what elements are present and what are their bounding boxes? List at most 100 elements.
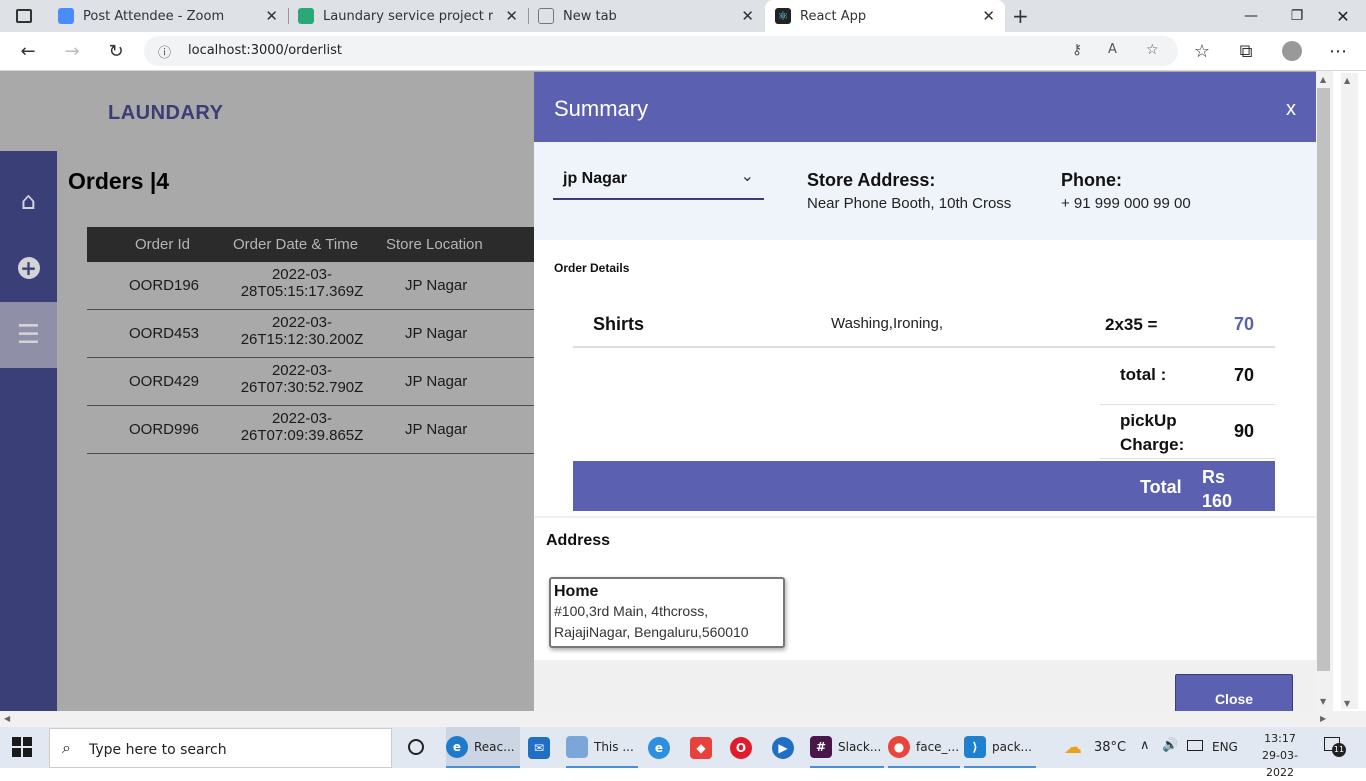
tab-zoom[interactable]: Post Attendee - Zoom ✕ bbox=[48, 0, 288, 32]
cortana-icon[interactable] bbox=[408, 739, 424, 755]
taskbar-app-mail[interactable]: ✉ bbox=[528, 727, 556, 768]
windows-start-icon[interactable] bbox=[12, 737, 32, 757]
scroll-down-icon[interactable]: ▼ bbox=[1320, 697, 1326, 706]
newtab-icon bbox=[538, 8, 554, 24]
language-indicator[interactable]: ENG bbox=[1212, 740, 1238, 754]
taskbar: ⌕ Type here to search e Reac... ✉ This .… bbox=[0, 727, 1366, 779]
tab-new-tab[interactable]: New tab ✕ bbox=[528, 0, 764, 32]
read-aloud-icon[interactable]: A bbox=[1108, 42, 1117, 57]
taskbar-app-vscode[interactable]: ⟩ pack... bbox=[964, 727, 1036, 768]
tab-react-app[interactable]: ⚛ React App ✕ bbox=[765, 0, 1005, 32]
horizontal-scrollbar[interactable]: ◀ ▶ bbox=[0, 711, 1366, 727]
taskbar-app-ie[interactable]: e bbox=[648, 727, 676, 768]
store-info-bar: jp Nagar ⌄ Store Address: Near Phone Boo… bbox=[534, 142, 1316, 240]
close-icon[interactable]: ✕ bbox=[982, 7, 995, 25]
subtotal-value: 70 bbox=[1234, 365, 1255, 385]
order-id: OORD453 bbox=[129, 325, 200, 342]
mail-icon: ✉ bbox=[528, 736, 550, 759]
clock[interactable]: 13:17 29-03-2022 bbox=[1250, 730, 1310, 781]
more-icon[interactable]: ⋯ bbox=[1323, 37, 1353, 65]
modal-close-icon[interactable]: x bbox=[1286, 98, 1296, 121]
scroll-left-icon[interactable]: ◀ bbox=[4, 714, 10, 723]
favorites-icon[interactable]: ☆ bbox=[1187, 37, 1217, 65]
address-bar[interactable]: ⓘ localhost:3000/orderlist ⚷ A ☆ bbox=[144, 36, 1178, 66]
taskbar-app-media[interactable]: ▶ bbox=[772, 727, 800, 768]
modal-header: Summary x bbox=[534, 72, 1316, 142]
scroll-up-icon[interactable]: ▲ bbox=[1320, 75, 1326, 84]
taskbar-app-slack[interactable]: # Slack... bbox=[810, 727, 884, 768]
collections-icon[interactable]: ⧉ bbox=[1231, 37, 1261, 65]
taskbar-app-opera[interactable]: O bbox=[730, 727, 758, 768]
close-icon[interactable]: ✕ bbox=[265, 7, 278, 25]
list-icon[interactable]: ☰ bbox=[0, 302, 57, 368]
taskbar-app-explorer[interactable]: This ... bbox=[566, 727, 638, 768]
taskbar-app-chrome[interactable]: ● face_... bbox=[888, 727, 960, 768]
notification-icon[interactable]: 11 bbox=[1324, 737, 1346, 757]
battery-icon[interactable] bbox=[1187, 740, 1203, 751]
refresh-icon[interactable]: ↻ bbox=[101, 37, 131, 65]
anydesk-icon: ◆ bbox=[690, 736, 712, 759]
taskbar-app-anydesk[interactable]: ◆ bbox=[690, 727, 718, 768]
ie-icon: e bbox=[648, 736, 670, 759]
add-icon[interactable]: + bbox=[0, 238, 57, 298]
order-date: 2022-03- 28T05:15:17.369Z bbox=[240, 266, 364, 300]
search-placeholder: Type here to search bbox=[89, 742, 227, 758]
weather-icon[interactable]: ☁ bbox=[1064, 737, 1082, 758]
store-address-label: Store Address: bbox=[807, 170, 936, 190]
address-title: Home bbox=[554, 583, 599, 600]
key-icon[interactable]: ⚷ bbox=[1072, 42, 1082, 58]
minimize-icon[interactable]: — bbox=[1228, 0, 1274, 32]
info-icon[interactable]: ⓘ bbox=[158, 42, 171, 61]
scrollbar-thumb[interactable] bbox=[1317, 88, 1330, 671]
new-tab-button[interactable]: + bbox=[1012, 4, 1029, 28]
tab-actions-button[interactable] bbox=[0, 0, 48, 32]
phone-number: + 91 999 000 99 00 bbox=[1061, 195, 1191, 212]
outer-scrollbar[interactable]: ▲ ▼ bbox=[1341, 73, 1358, 709]
chevron-up-icon[interactable]: ∧ bbox=[1140, 738, 1150, 753]
column-header-order-date: Order Date & Time bbox=[233, 236, 359, 253]
order-date: 2022-03- 26T07:30:52.790Z bbox=[240, 362, 364, 396]
tab-sheets[interactable]: Laundary service project realted ✕ bbox=[288, 0, 528, 32]
url-text[interactable]: localhost:3000/orderlist bbox=[188, 43, 342, 58]
forward-icon[interactable]: → bbox=[57, 37, 87, 65]
order-date: 2022-03- 26T15:12:30.200Z bbox=[240, 314, 364, 348]
chevron-down-icon: ⌄ bbox=[740, 166, 754, 185]
close-icon[interactable]: ✕ bbox=[505, 7, 518, 25]
home-icon[interactable]: ⌂ bbox=[0, 171, 57, 231]
restore-icon[interactable]: ❐ bbox=[1274, 0, 1320, 32]
close-icon[interactable]: ✕ bbox=[741, 7, 754, 25]
column-header-store-location: Store Location bbox=[386, 236, 483, 253]
table-row[interactable]: OORD453 2022-03- 26T15:12:30.200Z JP Naga… bbox=[87, 310, 537, 358]
scroll-right-icon[interactable]: ▶ bbox=[1320, 714, 1326, 723]
explorer-icon bbox=[566, 735, 588, 758]
order-details-label: Order Details bbox=[554, 261, 630, 275]
table-row[interactable]: OORD996 2022-03- 26T07:09:39.865Z JP Naga… bbox=[87, 406, 537, 454]
taskbar-search[interactable]: ⌕ Type here to search bbox=[49, 728, 392, 768]
address-card[interactable]: Home #100,3rd Main, 4thcross, RajajiNaga… bbox=[549, 577, 785, 648]
profile-avatar[interactable] bbox=[1277, 37, 1307, 65]
store-select-value: jp Nagar bbox=[563, 170, 628, 187]
taskbar-app-edge[interactable]: e Reac... bbox=[446, 727, 520, 768]
table-row[interactable]: OORD196 2022-03- 28T05:15:17.369Z JP Naga… bbox=[87, 262, 537, 310]
weather-temp[interactable]: 38°C bbox=[1094, 740, 1126, 755]
media-icon: ▶ bbox=[772, 736, 794, 759]
sheets-icon bbox=[298, 8, 314, 24]
order-id: OORD429 bbox=[129, 373, 200, 390]
browser-toolbar: ← → ↻ ⓘ localhost:3000/orderlist ⚷ A ☆ ☆… bbox=[0, 32, 1366, 71]
window-close-icon[interactable]: ✕ bbox=[1320, 0, 1366, 32]
sidebar: ⌂ + ☰ bbox=[0, 151, 57, 711]
item-name: Shirts bbox=[593, 314, 645, 334]
item-amount: 70 bbox=[1234, 314, 1255, 334]
zoom-icon bbox=[58, 8, 74, 24]
tab-title: Post Attendee - Zoom bbox=[83, 8, 225, 24]
pickup-charge-label: pickUp Charge: bbox=[1120, 411, 1185, 454]
volume-icon[interactable]: 🔊 bbox=[1162, 738, 1178, 753]
phone-label: Phone: bbox=[1061, 170, 1122, 190]
close-button[interactable]: Close bbox=[1175, 674, 1293, 711]
store-select[interactable]: jp Nagar ⌄ bbox=[553, 166, 764, 200]
back-icon[interactable]: ← bbox=[13, 37, 43, 65]
total-label: Total bbox=[1140, 477, 1182, 497]
table-row[interactable]: OORD429 2022-03- 26T07:30:52.790Z JP Naga… bbox=[87, 358, 537, 406]
order-details: Order Details Shirts Washing,Ironing, 2x… bbox=[534, 240, 1316, 516]
favorite-add-icon[interactable]: ☆ bbox=[1146, 42, 1159, 58]
